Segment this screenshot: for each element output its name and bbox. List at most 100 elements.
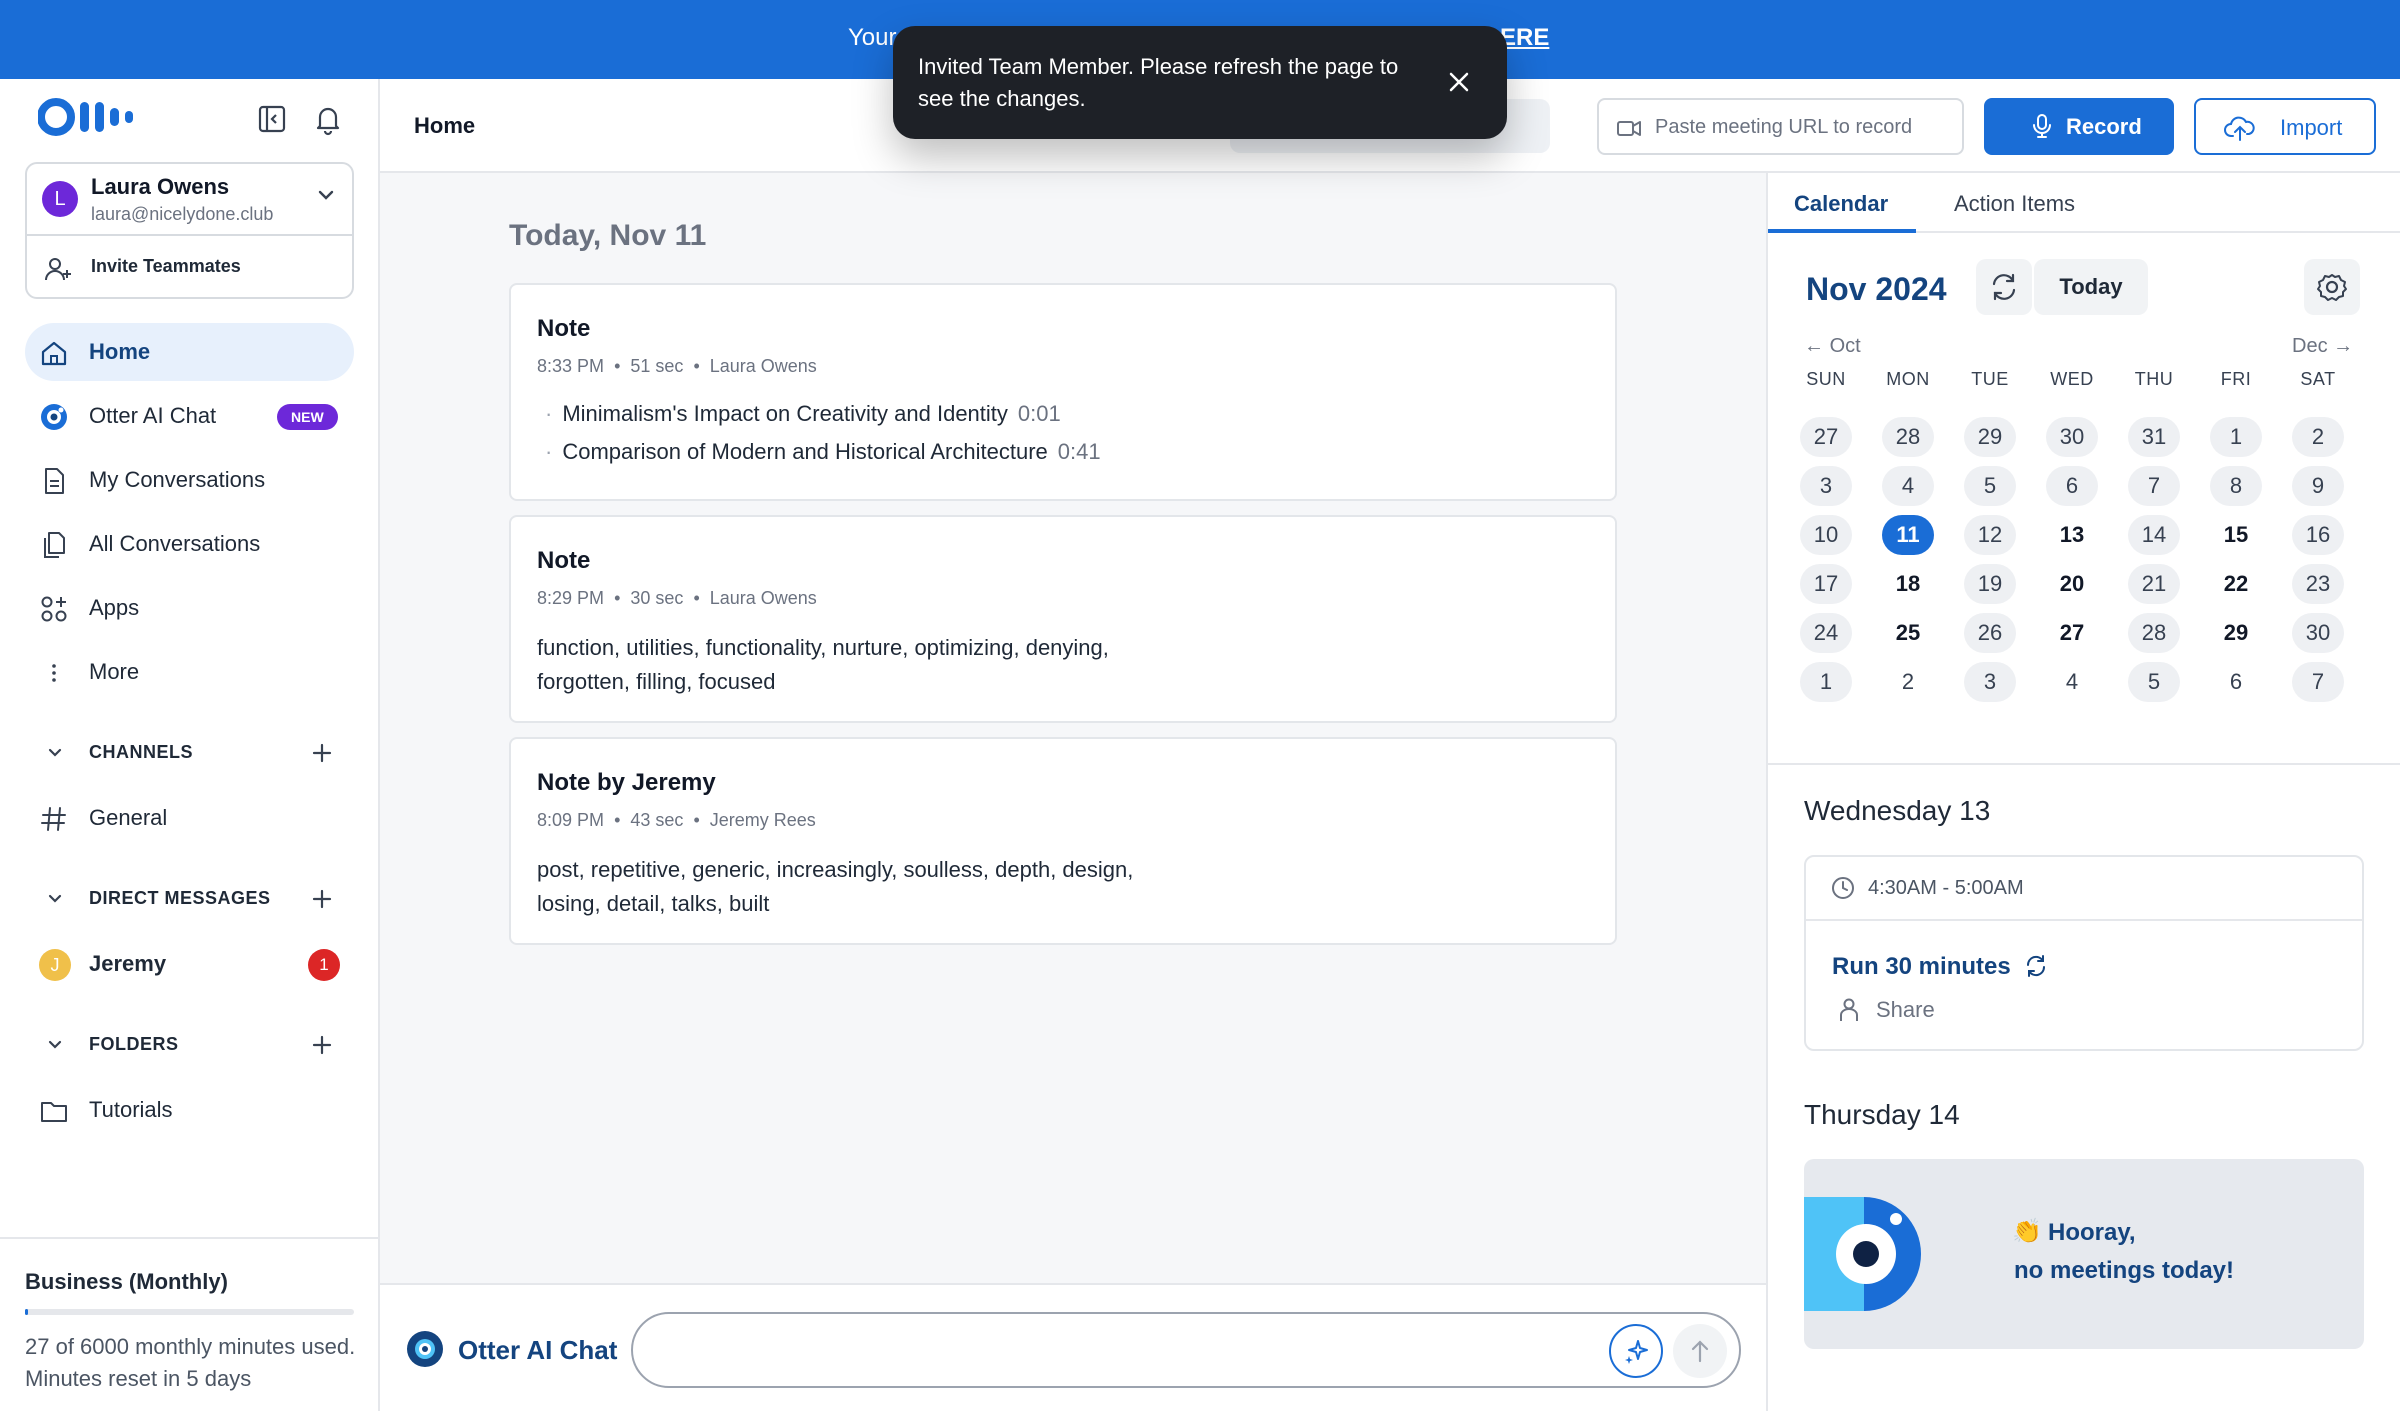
calendar-day[interactable]: 29	[1964, 417, 2016, 457]
note-outline-item[interactable]: · Minimalism's Impact on Creativity and I…	[545, 401, 1061, 427]
calendar-day[interactable]: 21	[2128, 564, 2180, 604]
record-button[interactable]: Record	[1984, 98, 2174, 155]
nav-apps[interactable]: Apps	[25, 579, 354, 637]
close-icon[interactable]	[1441, 64, 1477, 100]
chevron-down-icon[interactable]	[45, 1035, 65, 1055]
prev-month-button[interactable]: ← Oct	[1804, 335, 1861, 358]
calendar-day[interactable]: 3	[1964, 662, 2016, 702]
chat-input[interactable]	[631, 1312, 1741, 1388]
next-month-button[interactable]: Dec →	[2292, 335, 2353, 358]
outline-timestamp[interactable]: 0:01	[1018, 401, 1061, 426]
plus-icon[interactable]	[308, 1031, 336, 1059]
chevron-down-icon[interactable]	[45, 743, 65, 763]
calendar-day-selected[interactable]: 11	[1882, 515, 1934, 555]
note-card[interactable]: Note 8:33 PM • 51 sec • Laura Owens · Min…	[509, 283, 1617, 501]
plus-icon[interactable]	[308, 739, 336, 767]
calendar-day[interactable]: 6	[2046, 466, 2098, 506]
calendar-day[interactable]: 6	[2210, 662, 2262, 702]
calendar-day[interactable]: 3	[1800, 466, 1852, 506]
note-title[interactable]: Note	[537, 315, 590, 343]
calendar-day[interactable]: 1	[1800, 662, 1852, 702]
calendar-settings-button[interactable]	[2304, 259, 2360, 315]
invite-teammates-button[interactable]: Invite Teammates	[27, 236, 352, 299]
calendar-day[interactable]: 27	[1800, 417, 1852, 457]
note-card[interactable]: Note by Jeremy 8:09 PM • 43 sec • Jeremy…	[509, 737, 1617, 945]
calendar-day[interactable]: 18	[1882, 564, 1934, 604]
calendar-day[interactable]: 24	[1800, 613, 1852, 653]
chevron-down-icon[interactable]	[45, 889, 65, 909]
calendar-day[interactable]: 7	[2292, 662, 2344, 702]
plus-icon[interactable]	[308, 885, 336, 913]
calendar-day[interactable]: 26	[1964, 613, 2016, 653]
calendar-day[interactable]: 7	[2128, 466, 2180, 506]
outline-timestamp[interactable]: 0:41	[1058, 439, 1101, 464]
note-card[interactable]: Note 8:29 PM • 30 sec • Laura Owens func…	[509, 515, 1617, 723]
nav-home[interactable]: Home	[25, 323, 354, 381]
note-title[interactable]: Note by Jeremy	[537, 769, 716, 797]
event-title[interactable]: Run 30 minutes	[1832, 953, 2011, 981]
channels-header[interactable]: CHANNELS	[25, 733, 354, 773]
record-label: Record	[2066, 114, 2142, 139]
dm-jeremy[interactable]: J Jeremy 1	[25, 935, 354, 993]
refresh-button[interactable]	[1976, 259, 2032, 315]
ai-sparkle-button[interactable]	[1609, 1324, 1663, 1378]
chevron-down-icon[interactable]	[315, 184, 337, 206]
calendar-day[interactable]: 2	[1882, 662, 1934, 702]
otter-mascot-icon	[1804, 1197, 1921, 1311]
calendar-day[interactable]: 4	[1882, 466, 1934, 506]
folder-tutorials[interactable]: Tutorials	[25, 1081, 354, 1139]
calendar-day[interactable]: 5	[2128, 662, 2180, 702]
nav-all-conversations[interactable]: All Conversations	[25, 515, 354, 573]
tab-action-items[interactable]: Action Items	[1954, 191, 2075, 217]
note-outline-item[interactable]: · Comparison of Modern and Historical Arc…	[545, 439, 1101, 465]
calendar-day[interactable]: 29	[2210, 613, 2262, 653]
send-button[interactable]	[1673, 1324, 1727, 1378]
nav-otter-ai-chat[interactable]: Otter AI Chat NEW	[25, 387, 354, 445]
calendar-day[interactable]: 31	[2128, 417, 2180, 457]
nav-label: More	[89, 659, 140, 684]
calendar-day[interactable]: 27	[2046, 613, 2098, 653]
nav-my-conversations[interactable]: My Conversations	[25, 451, 354, 509]
nav-more[interactable]: More	[25, 643, 354, 701]
calendar-day[interactable]: 9	[2292, 466, 2344, 506]
account-switcher[interactable]: L Laura Owens laura@nicelydone.club Invi…	[25, 162, 354, 299]
calendar-day[interactable]: 1	[2210, 417, 2262, 457]
collapse-sidebar-icon[interactable]	[254, 101, 290, 137]
bell-icon[interactable]	[310, 101, 346, 137]
calendar-day[interactable]: 25	[1882, 613, 1934, 653]
direct-messages-header[interactable]: DIRECT MESSAGES	[25, 879, 354, 919]
calendar-day[interactable]: 13	[2046, 515, 2098, 555]
calendar-day[interactable]: 28	[1882, 417, 1934, 457]
calendar-day[interactable]: 20	[2046, 564, 2098, 604]
today-button[interactable]: Today	[2034, 259, 2148, 315]
banner-link[interactable]: ERE	[1500, 24, 1549, 52]
calendar-day[interactable]: 8	[2210, 466, 2262, 506]
tab-calendar[interactable]: Calendar	[1794, 191, 1888, 217]
otter-logo-icon[interactable]	[38, 97, 138, 137]
channel-general[interactable]: General	[25, 789, 354, 847]
calendar-day[interactable]: 30	[2046, 417, 2098, 457]
arrow-up-icon	[1691, 1340, 1709, 1363]
calendar-day[interactable]: 2	[2292, 417, 2344, 457]
calendar-day[interactable]: 5	[1964, 466, 2016, 506]
folders-header[interactable]: FOLDERS	[25, 1025, 354, 1065]
usage-progress-fill	[25, 1309, 28, 1315]
note-title[interactable]: Note	[537, 547, 590, 575]
account-email: laura@nicelydone.club	[91, 204, 274, 224]
calendar-day[interactable]: 14	[2128, 515, 2180, 555]
calendar-day[interactable]: 23	[2292, 564, 2344, 604]
calendar-day[interactable]: 22	[2210, 564, 2262, 604]
calendar-day[interactable]: 16	[2292, 515, 2344, 555]
event-card[interactable]: 4:30AM - 5:00AM Run 30 minutes Share	[1804, 855, 2364, 1051]
calendar-day[interactable]: 12	[1964, 515, 2016, 555]
calendar-day[interactable]: 28	[2128, 613, 2180, 653]
calendar-day[interactable]: 30	[2292, 613, 2344, 653]
import-button[interactable]: Import	[2194, 98, 2376, 155]
calendar-day[interactable]: 19	[1964, 564, 2016, 604]
calendar-day[interactable]: 15	[2210, 515, 2262, 555]
calendar-day[interactable]: 17	[1800, 564, 1852, 604]
calendar-day[interactable]: 4	[2046, 662, 2098, 702]
calendar-day[interactable]: 10	[1800, 515, 1852, 555]
share-button[interactable]: Share	[1876, 997, 1935, 1023]
meeting-url-input[interactable]: Paste meeting URL to record	[1597, 98, 1964, 155]
